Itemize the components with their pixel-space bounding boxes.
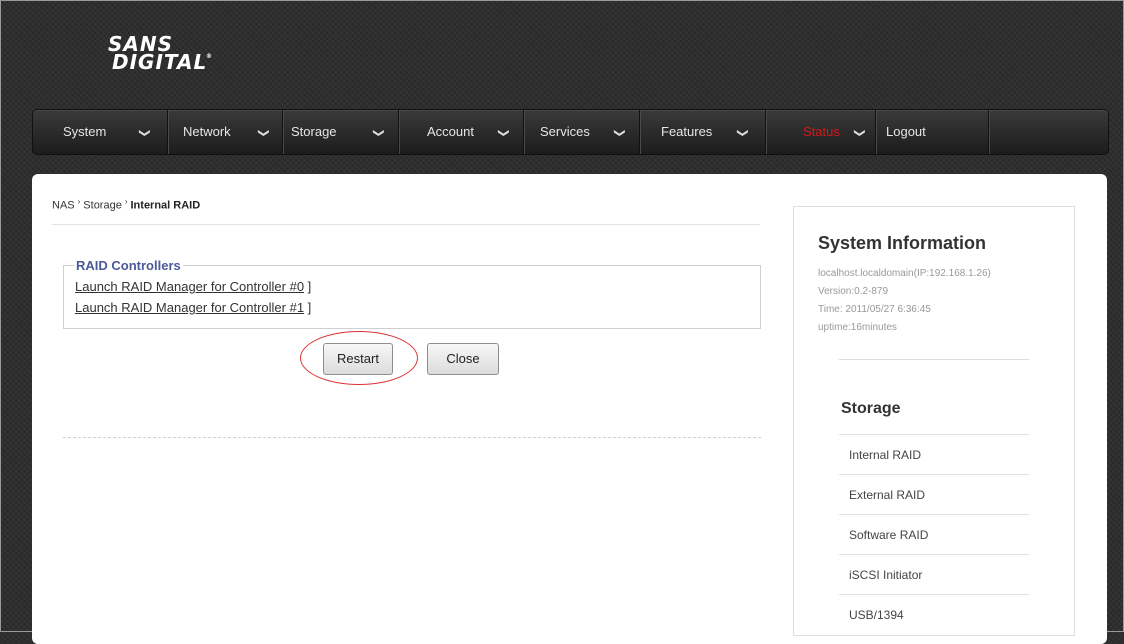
raid-controllers-legend: RAID Controllers <box>74 258 183 273</box>
breadcrumb: NAS › Storage › Internal RAID <box>52 197 201 212</box>
nav-account[interactable]: Account <box>427 110 474 154</box>
chevron-down-icon: ❯ <box>613 128 626 138</box>
storage-menu-internal-raid[interactable]: Internal RAID <box>839 434 1029 474</box>
nav-system[interactable]: System <box>63 110 106 154</box>
chevron-down-icon: ❯ <box>497 128 510 138</box>
nav-network[interactable]: Network <box>183 110 231 154</box>
nav-divider <box>988 110 989 154</box>
divider <box>839 359 1029 360</box>
system-info-host: localhost.localdomain(IP:192.168.1.26) <box>818 268 991 279</box>
nav-divider <box>282 110 283 154</box>
nav-divider <box>639 110 640 154</box>
highlight-annotation-ellipse <box>300 331 418 385</box>
breadcrumb-nas[interactable]: NAS <box>52 200 75 212</box>
close-button[interactable]: Close <box>427 343 499 375</box>
launch-raid-manager-1-link[interactable]: Launch RAID Manager for Controller #1 ] <box>75 300 311 315</box>
storage-menu-external-raid[interactable]: External RAID <box>839 474 1029 514</box>
breadcrumb-storage[interactable]: Storage <box>83 200 122 212</box>
storage-menu-title: Storage <box>841 400 901 417</box>
storage-menu-iscsi-initiator[interactable]: iSCSI Initiator <box>839 554 1029 594</box>
main-nav-bar: System ❯ Network ❯ Storage ❯ Account ❯ S… <box>32 109 1109 155</box>
chevron-down-icon: ❯ <box>853 128 866 138</box>
system-info-uptime: uptime:16minutes <box>818 322 897 333</box>
nav-features[interactable]: Features <box>661 110 712 154</box>
chevron-down-icon: ❯ <box>138 128 151 138</box>
launch-raid-manager-0-link[interactable]: Launch RAID Manager for Controller #0 ] <box>75 279 311 294</box>
raid-controllers-group <box>63 265 761 329</box>
nav-services[interactable]: Services <box>540 110 590 154</box>
dashed-divider <box>63 437 761 438</box>
divider <box>52 224 760 225</box>
nav-divider <box>167 110 168 154</box>
nav-divider <box>523 110 524 154</box>
chevron-down-icon: ❯ <box>257 128 270 138</box>
nav-divider <box>765 110 766 154</box>
nav-divider <box>875 110 876 154</box>
storage-menu-usb-1394[interactable]: USB/1394 <box>839 594 1029 634</box>
nav-divider <box>398 110 399 154</box>
breadcrumb-current: Internal RAID <box>130 199 201 212</box>
chevron-down-icon: ❯ <box>736 128 749 138</box>
chevron-down-icon: ❯ <box>372 128 385 138</box>
system-info-version: Version:0.2-879 <box>818 286 889 297</box>
nav-logout[interactable]: Logout <box>886 110 926 154</box>
system-info-time: Time: 2011/05/27 6:36:45 <box>818 304 931 315</box>
storage-menu-software-raid[interactable]: Software RAID <box>839 514 1029 554</box>
nav-storage[interactable]: Storage <box>291 110 337 154</box>
nav-status[interactable]: Status <box>803 110 840 154</box>
system-info-title: System Information <box>818 233 987 253</box>
